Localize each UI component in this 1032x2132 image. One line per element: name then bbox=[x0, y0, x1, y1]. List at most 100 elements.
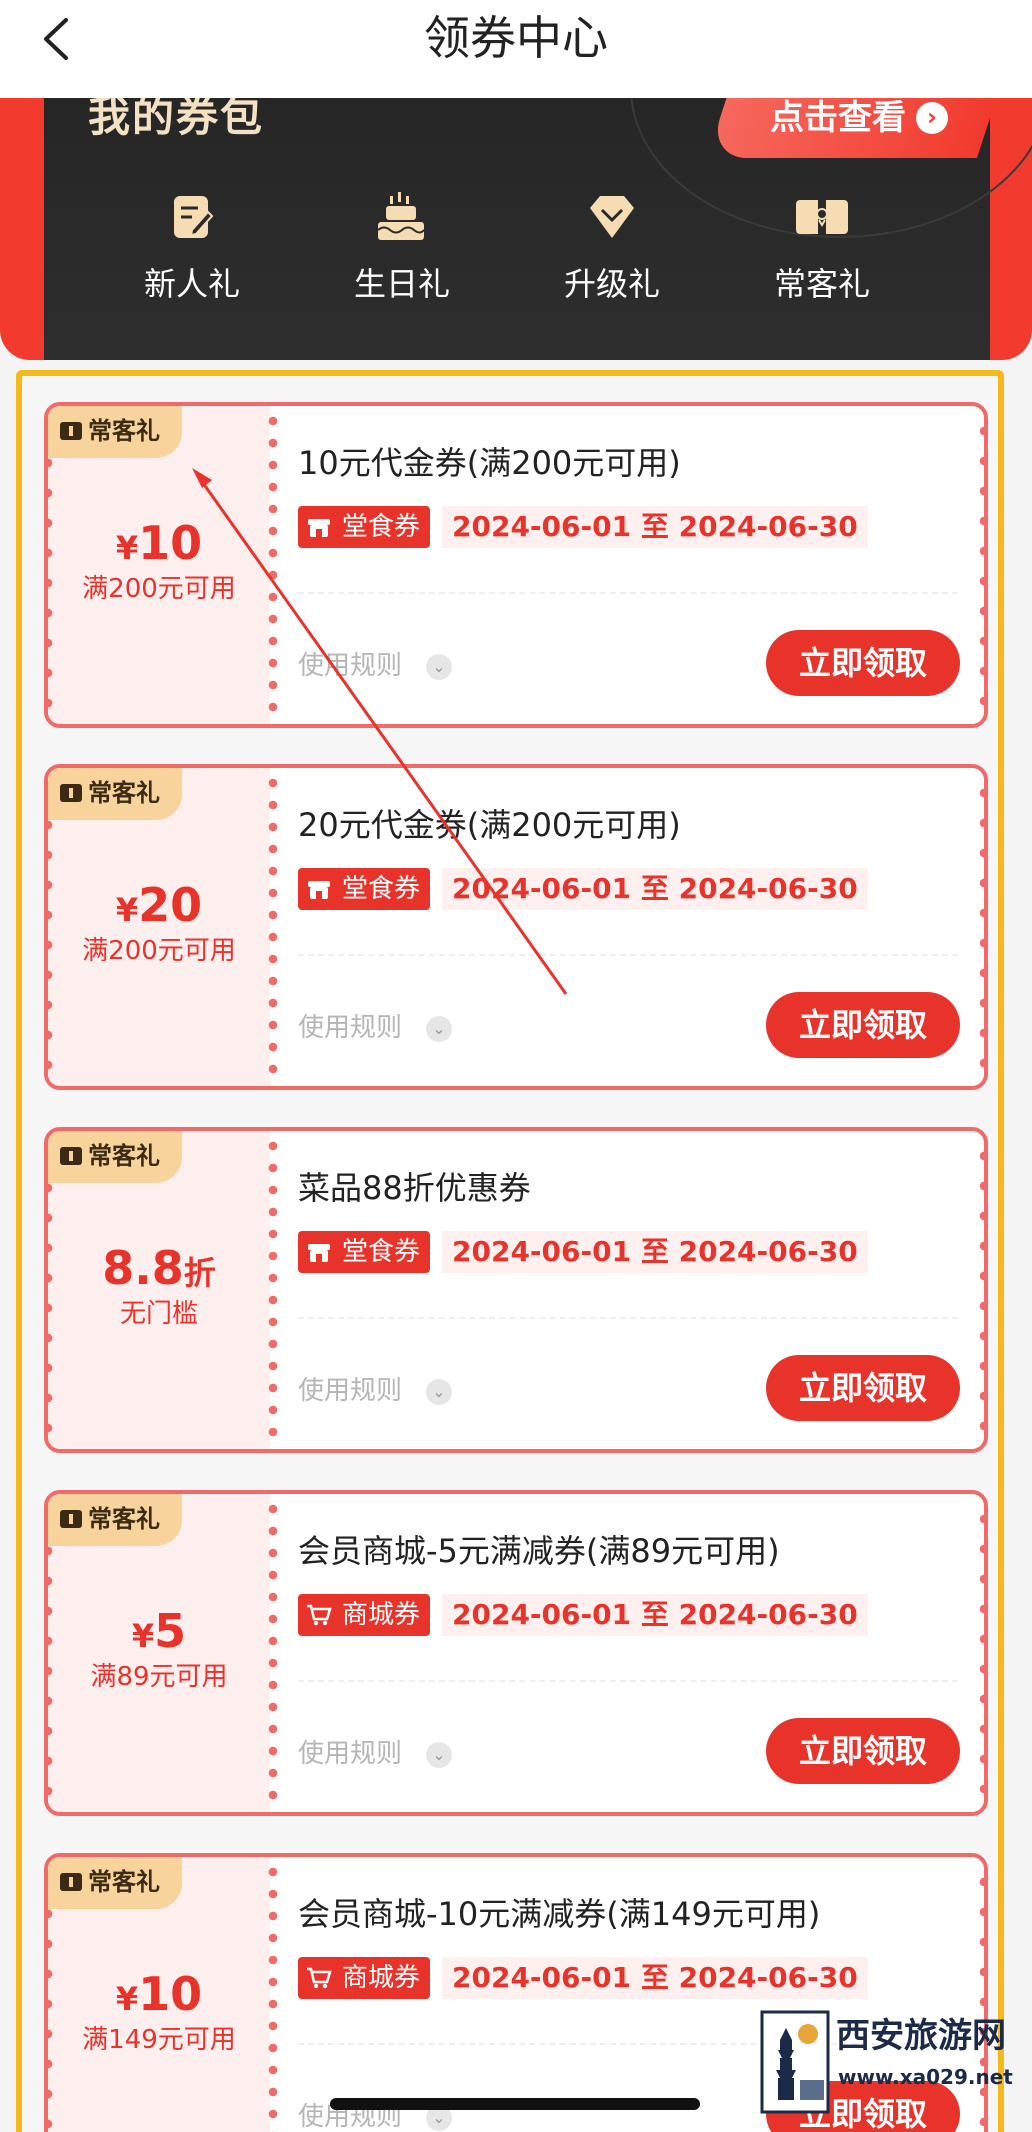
usage-rules-link[interactable]: 使用规则 bbox=[298, 1010, 402, 1046]
coupon-tag: 常客礼 bbox=[48, 1494, 182, 1546]
watermark: 西安旅游网 www.xa029.net bbox=[760, 2010, 1013, 2120]
coupon-type-label: 商城券 bbox=[342, 1963, 421, 1993]
ticket-icon bbox=[60, 1873, 82, 1891]
gift-upgrade[interactable]: 升级礼 bbox=[512, 190, 712, 330]
divider bbox=[298, 592, 958, 594]
coupon-type-label: 堂食券 bbox=[342, 1237, 421, 1267]
coupon-tag-label: 常客礼 bbox=[88, 417, 160, 445]
watermark-name: 西安旅游网 bbox=[836, 2016, 1006, 2056]
coupon-condition: 无门槛 bbox=[119, 1299, 198, 1329]
coupon-title: 会员商城-10元满减券(满149元可用) bbox=[298, 1895, 821, 1933]
store-icon bbox=[308, 881, 330, 899]
claim-button[interactable]: 立即领取 bbox=[766, 992, 960, 1058]
ticket-icon bbox=[60, 422, 82, 440]
coupon-validity: 2024-06-01 至 2024-06-30 bbox=[442, 1957, 868, 1999]
coupon-condition: 满200元可用 bbox=[82, 936, 236, 966]
claim-button[interactable]: 立即领取 bbox=[766, 630, 960, 696]
coupon-edge bbox=[978, 778, 984, 1078]
coupon-condition: 满200元可用 bbox=[82, 574, 236, 604]
coupon-edge bbox=[978, 1504, 984, 1804]
watermark-url: www.xa029.net bbox=[838, 2065, 1013, 2089]
coupon-type-badge: 商城券 bbox=[298, 1957, 431, 1999]
gift-label: 升级礼 bbox=[563, 265, 660, 303]
coupon-tag-label: 常客礼 bbox=[88, 1505, 160, 1533]
gift-birthday[interactable]: 生日礼 bbox=[302, 190, 502, 330]
pagoda-logo-icon bbox=[760, 2010, 830, 2114]
coupon-validity: 2024-06-01 至 2024-06-30 bbox=[442, 1594, 868, 1636]
coupon-title: 会员商城-5元满减券(满89元可用) bbox=[298, 1532, 780, 1570]
store-icon bbox=[308, 1244, 330, 1262]
coupon-card: 常客礼 ¥10 满200元可用 10元代金券(满200元可用) 堂食券 2024… bbox=[44, 402, 988, 728]
coupon-validity: 2024-06-01 至 2024-06-30 bbox=[442, 1231, 868, 1273]
coupon-condition: 满149元可用 bbox=[82, 2025, 236, 2055]
coupon-currency: ¥ bbox=[131, 1617, 155, 1655]
coupon-tag-label: 常客礼 bbox=[88, 779, 160, 807]
usage-rules-link[interactable]: 使用规则 bbox=[298, 1736, 402, 1772]
ticket-icon bbox=[796, 200, 848, 234]
divider bbox=[298, 1680, 958, 1682]
chevron-down-icon[interactable]: ⌄ bbox=[426, 1742, 452, 1768]
cart-icon bbox=[307, 1604, 332, 1626]
wallet-banner: 我的券包 点击查看 › 新人礼 生日礼 升级礼 常客礼 bbox=[0, 98, 1032, 360]
chevron-down-icon[interactable]: ⌄ bbox=[426, 654, 452, 680]
coupon-amount-value: 10 bbox=[138, 516, 203, 570]
coupon-amount-value: 8.8 bbox=[102, 1241, 184, 1295]
coupon-edge bbox=[978, 416, 984, 716]
gift-frequent[interactable]: 常客礼 bbox=[722, 190, 922, 330]
coupon-type-label: 堂食券 bbox=[342, 874, 421, 904]
divider bbox=[298, 1317, 958, 1319]
page-title: 领券中心 bbox=[424, 11, 608, 65]
coupon-type-badge: 堂食券 bbox=[298, 1231, 431, 1273]
coupon-card: 常客礼 ¥5 满89元可用 会员商城-5元满减券(满89元可用) 商城券 202… bbox=[44, 1490, 988, 1816]
coupon-currency: ¥ bbox=[115, 529, 139, 567]
chevron-down-icon[interactable]: ⌄ bbox=[426, 1016, 452, 1042]
coupon-amount-value: 10 bbox=[138, 1967, 203, 2021]
usage-rules-link[interactable]: 使用规则 bbox=[298, 1373, 402, 1409]
coupon-type-label: 商城券 bbox=[342, 1600, 421, 1630]
coupon-card: 常客礼 ¥20 满200元可用 20元代金券(满200元可用) 堂食券 2024… bbox=[44, 764, 988, 1090]
coupon-amount-value: 5 bbox=[154, 1604, 187, 1658]
note-pen-icon bbox=[174, 196, 214, 238]
home-indicator[interactable] bbox=[330, 2098, 700, 2110]
coupon-validity: 2024-06-01 至 2024-06-30 bbox=[442, 868, 868, 910]
coupon-type-label: 堂食券 bbox=[342, 512, 421, 542]
claim-button[interactable]: 立即领取 bbox=[766, 1355, 960, 1421]
ticket-icon bbox=[60, 1510, 82, 1528]
diamond-icon bbox=[590, 196, 634, 238]
view-wallet-label[interactable]: 点击查看 bbox=[770, 98, 906, 138]
coupon-card: 常客礼 8.8折 无门槛 菜品88折优惠券 堂食券 2024-06-01 至 2… bbox=[44, 1127, 988, 1453]
gift-label: 新人礼 bbox=[143, 265, 240, 303]
chevron-right-icon[interactable]: › bbox=[916, 102, 948, 134]
coupon-condition: 满89元可用 bbox=[90, 1662, 228, 1692]
coupon-currency: ¥ bbox=[115, 1980, 139, 2018]
store-icon bbox=[308, 519, 330, 537]
coupon-tag: 常客礼 bbox=[48, 406, 182, 458]
gift-label: 生日礼 bbox=[353, 265, 450, 303]
chevron-down-icon[interactable]: ⌄ bbox=[426, 1379, 452, 1405]
coupon-edge bbox=[978, 1141, 984, 1441]
usage-rules-link[interactable]: 使用规则 bbox=[298, 648, 402, 684]
coupon-type-badge: 商城券 bbox=[298, 1594, 431, 1636]
gift-label: 常客礼 bbox=[773, 265, 870, 303]
coupon-title: 菜品88折优惠券 bbox=[298, 1169, 531, 1207]
coupon-tag: 常客礼 bbox=[48, 1857, 182, 1909]
coupon-amount-value: 20 bbox=[138, 878, 203, 932]
gift-new-user[interactable]: 新人礼 bbox=[92, 190, 292, 330]
coupon-type-badge: 堂食券 bbox=[298, 506, 431, 548]
coupon-tag: 常客礼 bbox=[48, 1131, 182, 1183]
ticket-icon bbox=[60, 1147, 82, 1165]
nav-bar: 领券中心 bbox=[0, 0, 1032, 98]
divider bbox=[298, 954, 958, 956]
wallet-title: 我的券包 bbox=[88, 98, 265, 141]
coupon-tag-label: 常客礼 bbox=[88, 1142, 160, 1170]
coupon-tag-label: 常客礼 bbox=[88, 1868, 160, 1896]
cake-icon bbox=[377, 192, 425, 240]
ticket-icon bbox=[60, 784, 82, 802]
coupon-type-badge: 堂食券 bbox=[298, 868, 431, 910]
coupon-tag: 常客礼 bbox=[48, 768, 182, 820]
coupon-title: 10元代金券(满200元可用) bbox=[298, 444, 681, 482]
coupon-validity: 2024-06-01 至 2024-06-30 bbox=[442, 506, 868, 548]
coupon-currency: ¥ bbox=[115, 891, 139, 929]
claim-button[interactable]: 立即领取 bbox=[766, 1718, 960, 1784]
cart-icon bbox=[307, 1967, 332, 1989]
